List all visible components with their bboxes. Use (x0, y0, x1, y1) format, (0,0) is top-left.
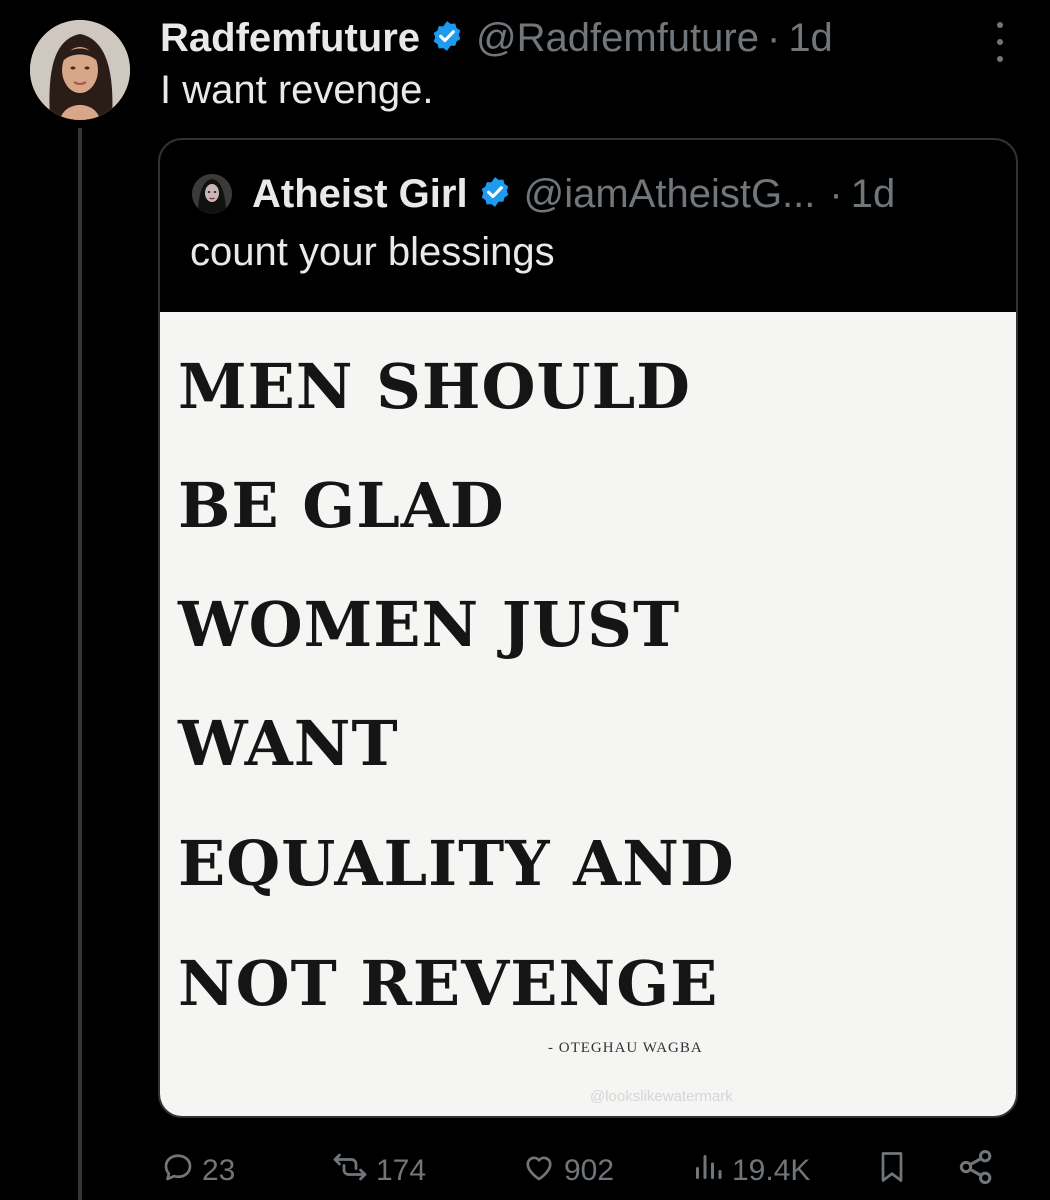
quoted-tweet-image[interactable]: MEN SHOULD BE GLAD WOMEN JUST WANT EQUAL… (160, 312, 1016, 1116)
quoted-separator-dot: · (829, 171, 843, 216)
reply-icon (160, 1149, 202, 1193)
quoted-tweet-header: Atheist Girl @iamAtheistG... · 1d (192, 168, 895, 220)
quoted-author-display-name: Atheist Girl (252, 171, 468, 216)
bookmark-button[interactable] (874, 1146, 916, 1196)
quoted-timestamp: 1d (850, 171, 896, 216)
share-button[interactable] (956, 1146, 1002, 1196)
quoted-author-handle: @iamAtheistG... (523, 171, 816, 216)
quoted-verified-badge-icon (478, 175, 512, 214)
views-button[interactable]: 19.4K (690, 1146, 810, 1196)
quote-line-6: NOT REVENGE (178, 947, 719, 1020)
quoted-author-avatar (192, 174, 232, 214)
author-avatar[interactable] (30, 20, 130, 120)
repost-button[interactable]: 174 (330, 1146, 426, 1196)
share-icon (956, 1147, 1002, 1195)
thread-connector (78, 128, 82, 1200)
verified-badge-icon (430, 19, 464, 58)
quote-attribution: - OTEGHAU WAGBA (548, 1040, 703, 1056)
separator-dot: · (766, 15, 781, 60)
like-count: 902 (564, 1154, 615, 1187)
author-handle[interactable]: @Radfemfuture (476, 16, 759, 61)
quote-line-2: BE GLAD (178, 469, 505, 542)
like-button[interactable]: 902 (520, 1146, 614, 1196)
reply-count: 23 (202, 1154, 236, 1187)
quote-line-3: WOMEN JUST (178, 588, 681, 661)
repost-count: 174 (376, 1154, 427, 1187)
views-chart-icon (690, 1149, 732, 1193)
tweet-text: I want revenge. (160, 68, 434, 112)
bookmark-icon (874, 1147, 916, 1195)
quote-line-5: EQUALITY AND (178, 827, 735, 900)
tweet-actions-bar: 23 174 902 19.4K (160, 1146, 1020, 1196)
reply-button[interactable]: 23 (160, 1146, 235, 1196)
quote-line-4: WANT (178, 707, 399, 780)
quoted-tweet-text: count your blessings (190, 230, 555, 274)
heart-icon (520, 1149, 564, 1193)
timestamp[interactable]: 1d (788, 16, 833, 61)
tweet-header: Radfemfuture @Radfemfuture · 1d (160, 10, 833, 66)
more-options-icon[interactable] (990, 22, 1010, 62)
tweet[interactable]: Radfemfuture @Radfemfuture · 1d I want r… (0, 0, 1050, 1200)
quote-line-1: MEN SHOULD (178, 350, 691, 423)
author-display-name[interactable]: Radfemfuture (160, 16, 420, 61)
image-watermark: @lookslikewatermark (590, 1088, 733, 1105)
repost-icon (330, 1149, 376, 1193)
views-count: 19.4K (732, 1154, 811, 1187)
quoted-tweet-card[interactable]: Atheist Girl @iamAtheistG... · 1d count … (158, 138, 1018, 1118)
